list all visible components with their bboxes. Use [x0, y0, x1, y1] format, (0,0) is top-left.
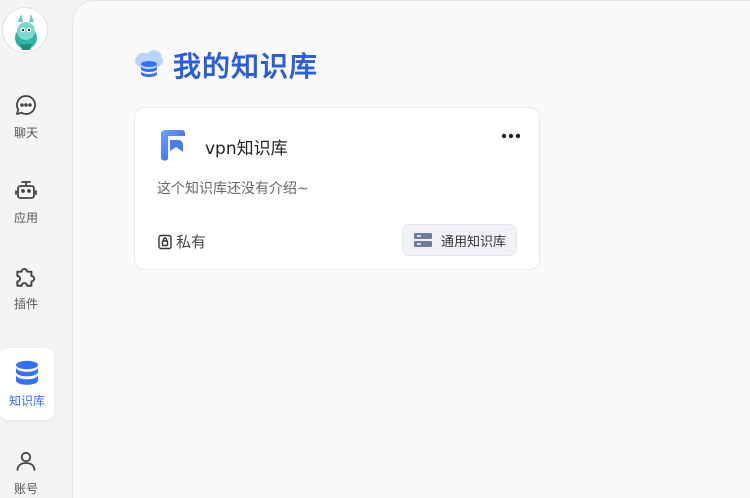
- avatar[interactable]: [2, 7, 48, 53]
- sidebar-item-chat[interactable]: 聊天: [0, 80, 52, 152]
- type-label: 通用知识库: [440, 234, 506, 250]
- knowledge-base-name: vpn知识库: [205, 139, 288, 159]
- sidebar-item-label: 插件: [13, 296, 38, 311]
- lock-icon: [157, 234, 173, 250]
- user-icon: [13, 448, 39, 474]
- sidebar-item-label: 知识库: [8, 393, 45, 408]
- server-icon: [413, 232, 433, 248]
- knowledge-base-card[interactable]: vpn知识库 这个知识库还没有介绍~ 私有 通用知识库: [134, 107, 540, 270]
- sidebar: 聊天 应用 插件 知识库 账号: [0, 0, 72, 498]
- sidebar-item-knowledge-base[interactable]: 知识库: [0, 348, 54, 420]
- sidebar-item-label: 聊天: [13, 125, 38, 140]
- privacy-indicator: 私有: [157, 231, 206, 252]
- more-options-icon[interactable]: [499, 126, 523, 146]
- knowledge-base-type-badge: 通用知识库: [401, 224, 517, 256]
- cloud-database-icon: [133, 49, 165, 81]
- privacy-label: 私有: [176, 233, 207, 251]
- page-title-text: 我的知识库: [173, 50, 319, 83]
- sidebar-item-plugins[interactable]: 插件: [0, 251, 52, 323]
- sidebar-item-account[interactable]: 账号: [0, 436, 52, 498]
- database-icon: [14, 360, 40, 386]
- main-content: 我的知识库 vpn知识库 这个知识库还没有介绍~ 私有 通用知识库: [72, 0, 750, 498]
- chat-icon: [13, 92, 39, 118]
- sidebar-item-apps[interactable]: 应用: [0, 165, 52, 237]
- sidebar-item-label: 应用: [13, 210, 38, 225]
- knowledge-base-logo-icon: [158, 128, 188, 162]
- sidebar-item-label: 账号: [13, 481, 38, 496]
- robot-icon: [13, 177, 39, 203]
- puzzle-icon: [13, 263, 39, 289]
- knowledge-base-description: 这个知识库还没有介绍~: [157, 181, 309, 197]
- page-title: 我的知识库: [133, 45, 318, 85]
